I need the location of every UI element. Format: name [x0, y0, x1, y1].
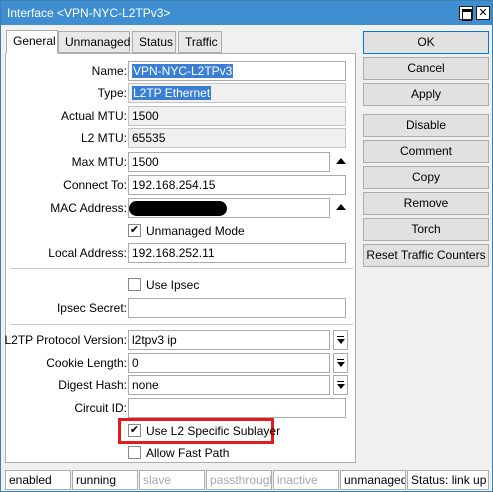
apply-button[interactable]: Apply [363, 83, 489, 106]
use-ipsec-label: Use Ipsec [146, 278, 200, 292]
use-l2-specific-sublayer-checkbox[interactable]: ✔ [128, 424, 141, 437]
digest-hash-label: Digest Hash: [58, 378, 127, 392]
allow-fast-path-checkbox[interactable] [128, 446, 141, 459]
copy-button[interactable]: Copy [363, 166, 489, 189]
name-row: Name: VPN-NYC-L2TPv3 [6, 61, 357, 81]
l2tp-protocol-version-row: L2TP Protocol Version: l2tpv3 ip [4, 330, 357, 350]
connect-to-row: Connect To: 192.168.254.15 [6, 175, 357, 195]
l2-mtu-field: 65535 [128, 128, 346, 148]
cookie-length-label: Cookie Length: [46, 356, 127, 370]
cookie-length-select[interactable]: 0 [128, 353, 330, 373]
collapse-arrow-icon[interactable] [336, 158, 346, 164]
type-label: Type: [97, 86, 127, 100]
collapse-arrow-icon[interactable] [336, 204, 346, 210]
mac-address-row: MAC Address: [6, 198, 357, 218]
name-label: Name: [91, 64, 127, 78]
ok-button[interactable]: OK [363, 31, 489, 54]
circuit-id-row: Circuit ID: [6, 398, 357, 418]
redaction-blot [129, 201, 227, 216]
disable-button[interactable]: Disable [363, 114, 489, 137]
status-slave: slave [139, 470, 205, 490]
torch-button[interactable]: Torch [363, 218, 489, 241]
ipsec-secret-input[interactable] [128, 298, 346, 318]
mac-address-label: MAC Address: [50, 201, 127, 215]
type-row: Type: L2TP Ethernet [6, 83, 357, 103]
reset-traffic-counters-button[interactable]: Reset Traffic Counters [363, 244, 489, 267]
connect-to-label: Connect To: [63, 178, 127, 192]
local-address-label: Local Address: [48, 246, 127, 260]
status-inactive: inactive [273, 470, 339, 490]
local-address-input[interactable]: 192.168.252.11 [128, 243, 346, 263]
type-field: L2TP Ethernet [128, 83, 346, 103]
close-icon[interactable]: ✕ [476, 6, 490, 20]
l2-mtu-row: L2 MTU: 65535 [6, 128, 357, 148]
local-address-row: Local Address: 192.168.252.11 [6, 243, 357, 263]
interface-window: Interface <VPN-NYC-L2TPv3> ✕ General Unm… [0, 0, 493, 492]
actual-mtu-field: 1500 [128, 106, 346, 126]
digest-hash-row: Digest Hash: none [6, 375, 357, 395]
remove-button[interactable]: Remove [363, 192, 489, 215]
use-ipsec-checkbox[interactable] [128, 278, 141, 291]
general-panel: Name: VPN-NYC-L2TPv3 Type: L2TP Ethernet… [4, 53, 357, 463]
status-bar: enabled running slave passthrough inacti… [5, 470, 489, 490]
circuit-id-input[interactable] [128, 398, 346, 418]
comment-button[interactable]: Comment [363, 140, 489, 163]
status-running: running [72, 470, 138, 490]
dropdown-arrow-icon[interactable] [333, 353, 348, 373]
maximize-icon[interactable] [459, 6, 473, 21]
status-link: Status: link up [407, 470, 489, 490]
allow-fast-path-label: Allow Fast Path [146, 446, 230, 460]
max-mtu-row: Max MTU: 1500 [6, 152, 357, 172]
ipsec-secret-label: Ipsec Secret: [56, 301, 127, 315]
tab-general[interactable]: General [6, 30, 58, 54]
status-passthrough: passthrough [206, 470, 272, 490]
unmanaged-mode-label: Unmanaged Mode [146, 224, 245, 238]
digest-hash-select[interactable]: none [128, 375, 330, 395]
cancel-button[interactable]: Cancel [363, 57, 489, 80]
actual-mtu-row: Actual MTU: 1500 [6, 106, 357, 126]
l2tp-protocol-version-label: L2TP Protocol Version: [4, 333, 127, 347]
title-bar[interactable]: Interface <VPN-NYC-L2TPv3> ✕ [1, 1, 492, 25]
status-enabled: enabled [5, 470, 71, 490]
tab-status[interactable]: Status [132, 31, 176, 53]
circuit-id-label: Circuit ID: [74, 401, 127, 415]
window-title: Interface <VPN-NYC-L2TPv3> [7, 6, 171, 20]
actual-mtu-label: Actual MTU: [60, 109, 127, 123]
mac-address-input[interactable] [128, 198, 330, 218]
dropdown-arrow-icon[interactable] [333, 375, 348, 395]
cookie-length-row: Cookie Length: 0 [6, 353, 357, 373]
use-l2-specific-sublayer-label: Use L2 Specific Sublayer [146, 424, 281, 438]
unmanaged-mode-checkbox[interactable]: ✔ [128, 224, 141, 237]
dropdown-arrow-icon[interactable] [333, 330, 348, 350]
max-mtu-label: Max MTU: [71, 155, 127, 169]
tab-traffic[interactable]: Traffic [178, 31, 222, 53]
ipsec-secret-row: Ipsec Secret: [6, 298, 357, 318]
connect-to-input[interactable]: 192.168.254.15 [128, 175, 346, 195]
l2-mtu-label: L2 MTU: [80, 131, 127, 145]
section-divider [10, 268, 353, 269]
l2tp-protocol-version-select[interactable]: l2tpv3 ip [128, 330, 330, 350]
name-input[interactable]: VPN-NYC-L2TPv3 [128, 61, 346, 81]
section-divider [10, 324, 353, 325]
max-mtu-input[interactable]: 1500 [128, 152, 330, 172]
status-unmanaged: unmanaged [340, 470, 406, 490]
tab-unmanaged[interactable]: Unmanaged [58, 31, 130, 53]
